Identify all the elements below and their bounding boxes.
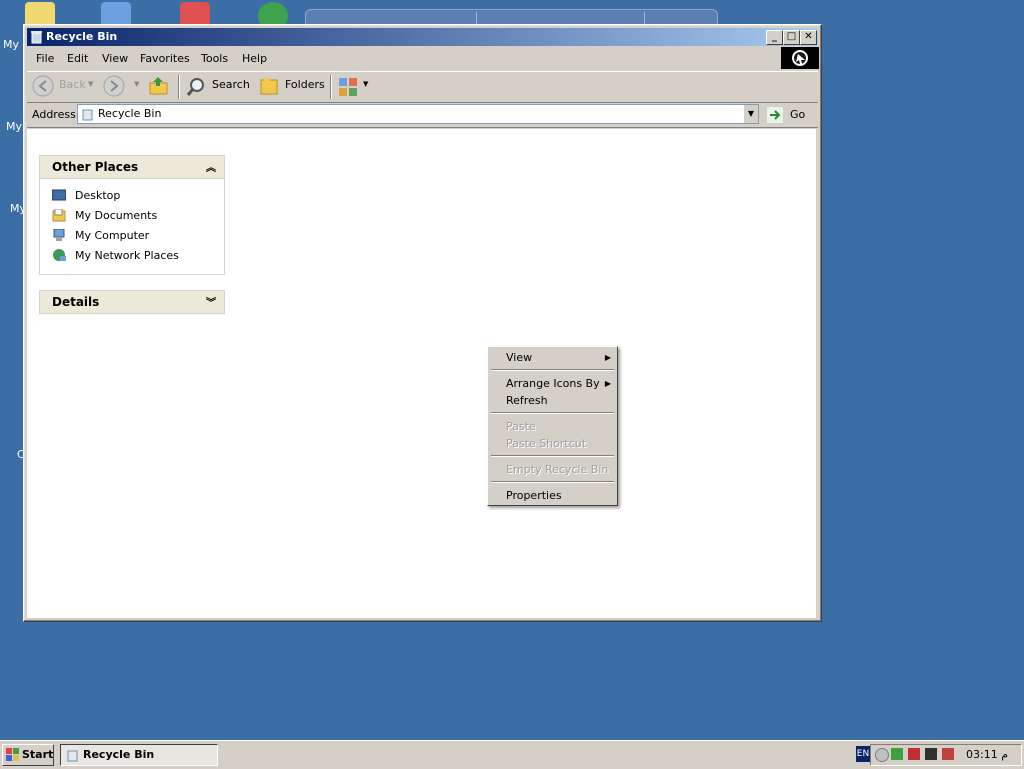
submenu-arrow-icon: ▶ [604,353,611,362]
search-icon[interactable] [185,76,207,98]
menu-item-paste[interactable]: Paste [506,420,536,433]
start-button[interactable]: Start [2,744,54,766]
tray-security-icon[interactable] [908,748,920,760]
back-button[interactable]: Back [59,78,86,91]
views-dropdown-icon[interactable]: ▼ [363,80,368,88]
network-places-icon [53,249,66,261]
tray-network-icon[interactable] [891,748,903,760]
toolbar-separator [178,75,179,99]
views-icon[interactable] [337,76,359,98]
menu-tools[interactable]: Tools [201,52,228,65]
address-label: Address [32,108,76,121]
windows-flag-icon [6,748,19,761]
tray-app-icon[interactable] [942,748,954,760]
address-bar: Address Recycle Bin ▼ Go [27,103,818,128]
place-label: Desktop [75,189,121,202]
menu-separator [491,481,614,482]
menu-item-arrange-icons[interactable]: Arrange Icons By [506,377,600,390]
address-input[interactable]: Recycle Bin ▼ [77,104,759,124]
back-dropdown-icon[interactable]: ▼ [88,80,93,88]
forward-arrow-icon[interactable] [103,75,125,97]
explorer-window: Recycle Bin _ □ ✕ File Edit View Favorit… [23,24,822,622]
details-title: Details [52,295,100,309]
search-button[interactable]: Search [212,78,250,91]
toolbar: Back ▼ ▼ Search Folders ▼ [27,71,818,103]
context-menu: View ▶ Arrange Icons By ▶ Refresh Paste … [487,346,618,506]
other-places-panel: Other Places ︽ Desktop My Documents My C… [39,155,225,275]
address-dropdown-icon[interactable]: ▼ [743,105,758,123]
menu-help[interactable]: Help [242,52,267,65]
place-label: My Documents [75,209,158,222]
menu-favorites[interactable]: Favorites [140,52,190,65]
menu-bar: File Edit View Favorites Tools Help [27,48,818,68]
minimize-button[interactable]: _ [766,30,783,45]
recycle-bin-icon [31,31,42,44]
menu-item-view[interactable]: View [506,351,532,364]
menu-file[interactable]: File [36,52,54,65]
my-documents-icon [52,209,66,222]
windows-logo-icon [781,47,819,69]
go-button[interactable]: Go [765,106,815,124]
menu-item-empty-recycle-bin[interactable]: Empty Recycle Bin [506,463,608,476]
other-places-title: Other Places [52,160,139,174]
address-value: Recycle Bin [98,107,162,120]
close-button[interactable]: ✕ [800,30,817,45]
maximize-button[interactable]: □ [783,30,800,45]
desktop-label[interactable]: My [6,120,22,133]
tray-app-icon[interactable] [925,748,937,760]
collapse-chevron-icon[interactable]: ︽ [206,159,216,174]
forward-dropdown-icon[interactable]: ▼ [134,80,139,88]
menu-separator [491,369,614,370]
clock[interactable]: 03:11 م [966,748,1008,761]
recycle-bin-small-icon [82,109,93,121]
folders-icon[interactable] [259,76,281,98]
taskbar: Start Recycle Bin EN 03:11 م [0,740,1024,769]
expand-chevron-icon[interactable]: ︾ [206,294,216,309]
window-title: Recycle Bin [46,30,118,43]
up-folder-icon[interactable] [148,76,170,96]
language-indicator[interactable]: EN [856,746,870,762]
menu-item-properties[interactable]: Properties [506,489,562,502]
desktop-icon [52,189,66,201]
place-label: My Network Places [75,249,179,262]
go-arrow-icon [767,107,783,123]
folders-button[interactable]: Folders [285,78,325,91]
menu-view[interactable]: View [102,52,128,65]
recycle-bin-small-icon [67,750,78,762]
menu-separator [491,412,614,413]
title-bar[interactable]: Recycle Bin _ □ ✕ [27,28,818,46]
start-label: Start [22,748,54,761]
menu-item-refresh[interactable]: Refresh [506,394,548,407]
other-places-header[interactable]: Other Places ︽ [39,155,225,179]
menu-edit[interactable]: Edit [67,52,88,65]
details-panel: Details ︾ [39,290,225,314]
taskbar-button-recycle-bin[interactable]: Recycle Bin [60,744,218,766]
toolbar-separator [330,75,331,99]
menu-separator [491,455,614,456]
place-label: My Computer [75,229,150,242]
tray-volume-icon[interactable] [875,748,889,762]
system-tray: 03:11 م [870,744,1022,766]
go-label: Go [790,108,806,121]
other-places-body: Desktop My Documents My Computer My Netw… [39,179,225,275]
my-computer-icon [53,229,65,241]
content-area[interactable]: Other Places ︽ Desktop My Documents My C… [27,129,816,618]
taskbar-button-label: Recycle Bin [83,748,155,761]
back-arrow-icon[interactable] [32,75,54,97]
details-header[interactable]: Details ︾ [39,290,225,314]
menu-item-paste-shortcut[interactable]: Paste Shortcut [506,437,586,450]
submenu-arrow-icon: ▶ [604,379,611,388]
